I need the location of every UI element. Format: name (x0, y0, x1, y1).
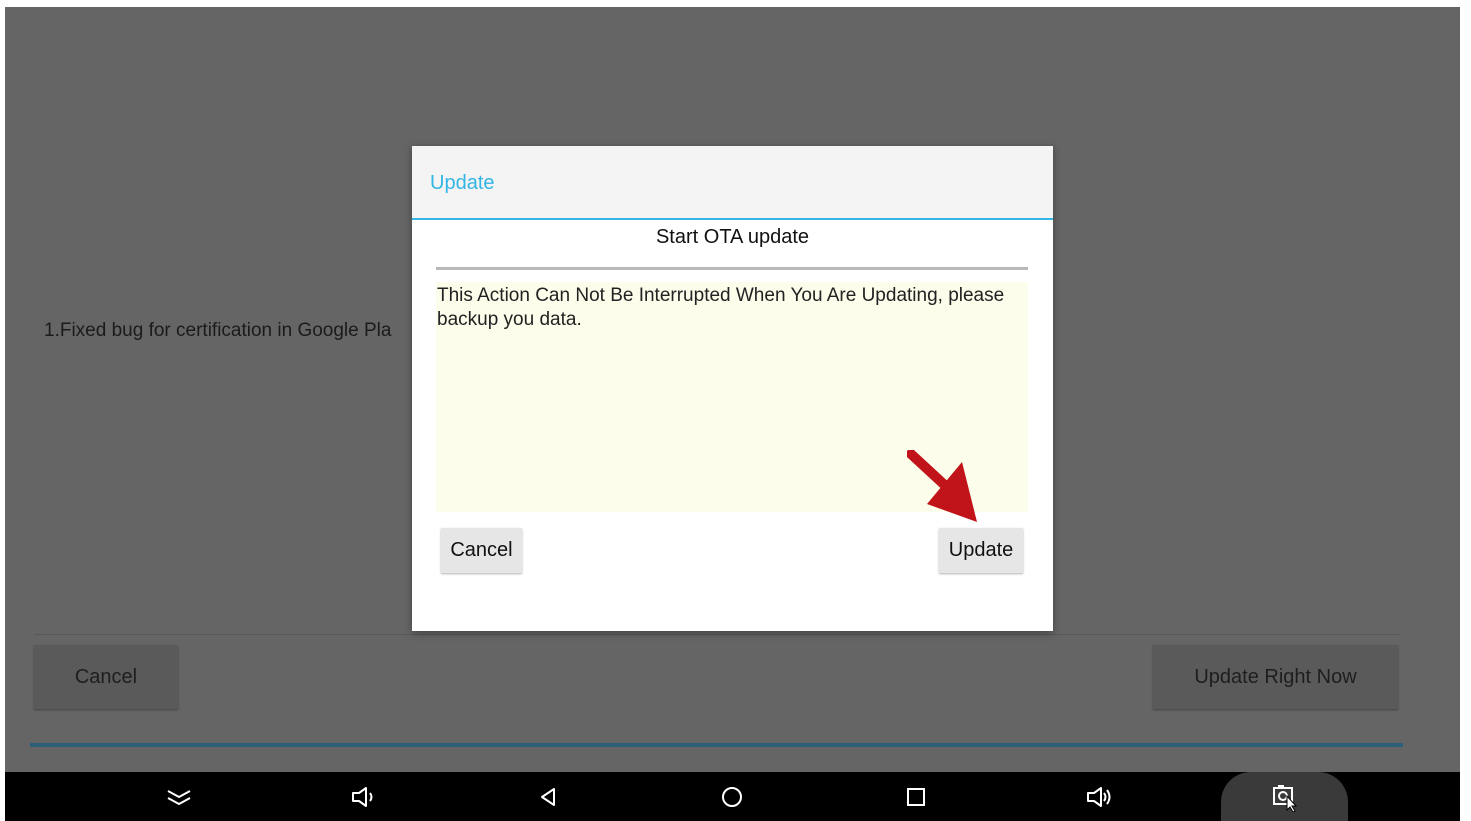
dialog-subtitle: Start OTA update (655, 226, 810, 248)
back-icon[interactable] (533, 782, 563, 812)
divider (34, 634, 1399, 635)
dialog-separator (436, 267, 1028, 270)
dialog-header: Update (412, 146, 1053, 220)
background-cancel-button[interactable]: Cancel (34, 645, 178, 709)
dialog-message: This Action Can Not Be Interrupted When … (437, 285, 1005, 330)
dialog-update-button[interactable]: Update (939, 528, 1023, 573)
chevron-double-down-icon[interactable] (164, 782, 194, 812)
dialog-title: Update (430, 172, 495, 194)
update-dialog: Update Start OTA update This Action Can … (412, 146, 1053, 631)
dialog-cancel-button[interactable]: Cancel (441, 528, 522, 573)
screenshot-icon[interactable] (1270, 782, 1300, 812)
volume-up-icon[interactable] (1085, 782, 1115, 812)
home-icon[interactable] (717, 782, 747, 812)
volume-down-icon[interactable] (349, 782, 379, 812)
recents-icon[interactable] (901, 782, 931, 812)
release-note-text: 1.Fixed bug for certification in Google … (44, 320, 392, 341)
navigation-bar (5, 772, 1460, 821)
progress-bar (30, 743, 1403, 747)
annotation-arrow-icon (907, 450, 977, 522)
update-right-now-button[interactable]: Update Right Now (1153, 645, 1398, 709)
